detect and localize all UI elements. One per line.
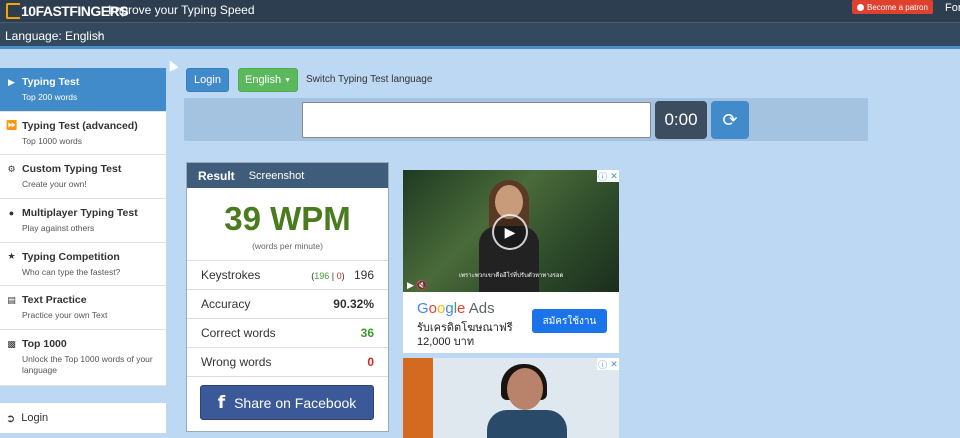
bar-chart-icon: ▩ [7,338,16,349]
chevron-down-icon[interactable]: ⌵ [95,29,103,40]
screenshot-tab[interactable]: Screenshot [249,170,305,182]
keystrokes-row: Keystrokes (196 | 0) 196 [187,261,388,290]
sidebar-item-subtitle: Top 200 words [22,92,78,102]
share-facebook-label: Share on Facebook [234,394,357,411]
sidebar-item-competition[interactable]: ★ Typing Competition Who can type the fas… [0,243,166,287]
top-navbar: 10FASTFINGERS Improve your Typing Speed … [0,0,960,22]
caret-down-icon: ▼ [284,76,291,84]
sidebar-item-title: Text Practice [22,294,87,307]
wrong-words-label: Wrong words [201,355,272,369]
login-button[interactable]: Login [186,68,229,92]
top-right-link[interactable]: For [945,2,960,14]
keystrokes-total: 196 [353,268,374,282]
become-patron-button[interactable]: Become a patron [852,0,933,14]
sidebar-login-label: Login [21,412,49,424]
sidebar-item-subtitle: Play against others [22,223,95,234]
logo-mark-icon [6,3,20,19]
ad-signup-button[interactable]: สมัครใช้งาน [532,309,607,333]
result-panel: Result Screenshot 39 WPM (words per minu… [186,162,389,432]
play-icon: ▶ [8,76,15,87]
language-bar: Language: English ⌵ [0,22,960,46]
play-icon[interactable]: ▶ [492,214,528,250]
stats-table: Keystrokes (196 | 0) 196 Accuracy 90.32%… [187,260,388,377]
sidebar-item-text-practice[interactable]: ▤ Text Practice Practice your own Text [0,286,166,331]
language-selector[interactable]: Language: English [5,29,104,43]
sidebar-item-title: Multiplayer Typing Test [22,207,138,220]
share-facebook-button[interactable]: f Share on Facebook [200,385,374,420]
ad-choices-icon[interactable]: ⓘ ✕ [597,170,619,182]
correct-words-label: Correct words [201,326,276,340]
keystrokes-label: Keystrokes [201,268,261,282]
language-dropdown-button[interactable]: English ▼ [238,68,298,92]
sidebar-item-title: Top 1000 [22,338,67,351]
ad-video-controls[interactable]: ▶ 🔇 [407,280,428,291]
correct-words-value: 36 [360,326,374,340]
advertisement-image[interactable]: ⓘ ✕ [403,358,619,438]
sidebar-nav: ▶ Typing Test Top 200 words ⏩ Typing Test … [0,68,166,387]
reload-button[interactable]: ⟳ [711,101,749,139]
patron-label: Become a patron [867,2,928,12]
fast-forward-icon: ⏩ [6,120,18,131]
switch-language-text: Switch Typing Test language [306,74,433,85]
keystrokes-correct: 196 [314,271,330,281]
ad2-shelf-image [403,358,433,438]
sidebar-item-subtitle: Unlock the Top 1000 words of your langua… [22,354,153,376]
patreon-icon [857,3,864,11]
sidebar-item-title: Typing Test [22,76,80,88]
accuracy-value: 90.32% [333,297,374,311]
ad-choices-icon[interactable]: ⓘ ✕ [597,358,619,370]
sidebar-item-typing-test[interactable]: ▶ Typing Test Top 200 words [0,68,166,112]
typing-input[interactable] [302,102,651,138]
trophy-icon: ★ [7,251,16,262]
wpm-value: 39 WPM [224,200,351,237]
sidebar-item-subtitle: Create your own! [22,179,87,190]
result-header: Result Screenshot [187,163,388,188]
correct-words-row: Correct words 36 [187,319,388,348]
wpm-subtitle: (words per minute) [252,241,323,251]
sidebar-item-title: Typing Competition [22,250,120,263]
site-tagline: Improve your Typing Speed [108,3,255,17]
accuracy-label: Accuracy [201,297,251,311]
refresh-icon: ⟳ [722,109,738,130]
sidebar-item-title: Typing Test (advanced) [22,119,138,132]
sign-in-icon: ➲ [6,412,16,425]
sidebar-item-multiplayer[interactable]: ● Multiplayer Typing Test Play against ot… [0,199,166,243]
cogs-icon: ⚙ [7,163,16,174]
advertisement-video[interactable]: ▶ เพราะพวกเขาคือฮีโร่ที่ปรับตัวหาทางรอด … [403,170,619,353]
sidebar-item-subtitle: Top 1000 words [22,135,83,146]
file-icon: ▤ [7,294,16,305]
sidebar-login[interactable]: ➲ Login [0,403,166,433]
ad-video-frame[interactable]: ▶ เพราะพวกเขาคือฮีโร่ที่ปรับตัวหาทางรอด … [403,170,619,292]
sidebar-item-title: Custom Typing Test [22,163,122,176]
sidebar-item-custom-typing-test[interactable]: ⚙ Custom Typing Test Create your own! [0,155,166,200]
sidebar-item-top-1000[interactable]: ▩ Top 1000 Unlock the Top 1000 words of y… [0,330,166,387]
google-ads-logo: Google Ads [417,300,495,317]
accuracy-row: Accuracy 90.32% [187,290,388,319]
language-button-label: English [244,74,282,86]
ad-text-line-2: 12,000 บาท [417,336,475,348]
sidebar-item-subtitle: Practice your own Text [22,310,108,321]
facebook-icon: f [217,392,226,413]
wrong-words-row: Wrong words 0 [187,348,388,377]
wrong-words-value: 0 [367,355,374,369]
ad-video-caption: เพราะพวกเขาคือฮีโร่ที่ปรับตัวหาทางรอด [459,273,564,279]
result-tab[interactable]: Result [198,169,235,183]
keystrokes-detail: (196 | 0) [311,271,345,281]
sidebar-item-subtitle: Who can type the fastest? [22,266,121,277]
users-icon: ● [8,208,15,219]
sidebar-item-typing-test-advanced[interactable]: ⏩ Typing Test (advanced) Top 1000 words [0,112,166,156]
keystrokes-wrong: 0 [336,271,342,281]
timer-display: 0:00 [655,101,707,139]
